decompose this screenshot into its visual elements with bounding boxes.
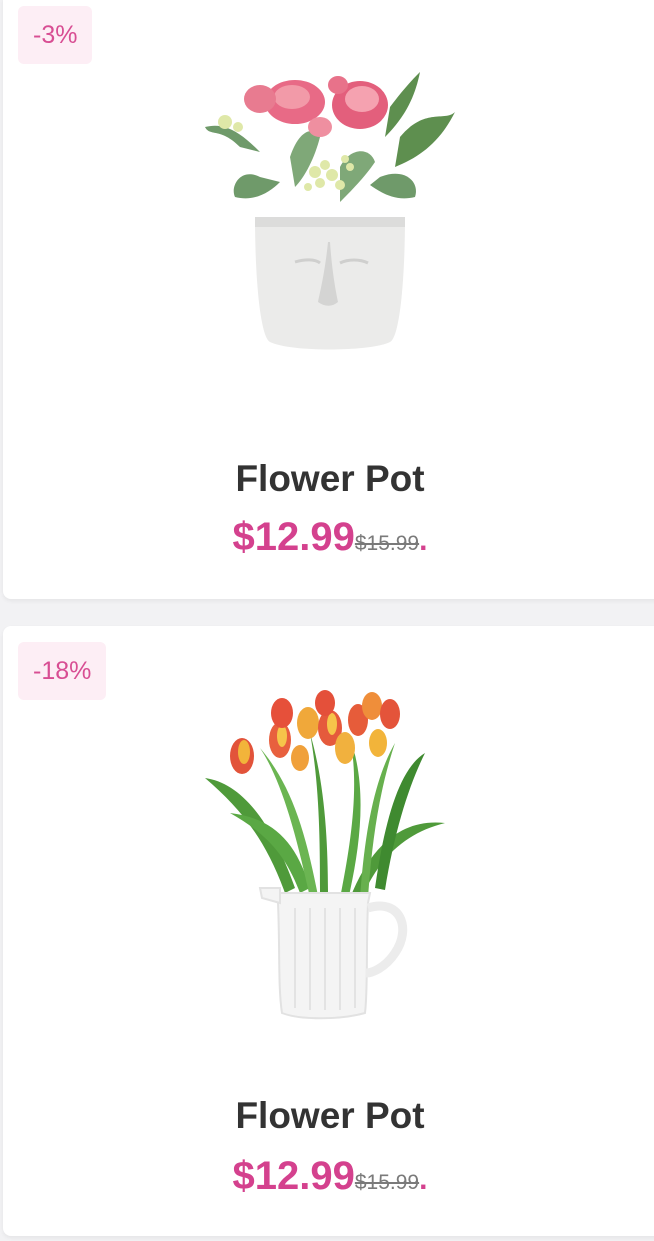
price-suffix: . <box>419 524 428 557</box>
price-row: $12.99$15.99. <box>3 515 654 560</box>
product-image[interactable] <box>3 688 654 1038</box>
product-title[interactable]: Flower Pot <box>3 458 654 500</box>
product-card[interactable]: -18% Flower Pot $12.99$15.99. <box>3 626 654 1236</box>
tulip-vase-image <box>205 690 445 1020</box>
product-title[interactable]: Flower Pot <box>3 1095 654 1137</box>
product-card[interactable]: -3% Flower Pot $12.99$15.99. <box>3 0 654 599</box>
peony-pot-image <box>205 72 455 350</box>
original-price: $15.99 <box>354 532 420 555</box>
price-suffix: . <box>419 1163 428 1196</box>
sale-price: $12.99 <box>232 515 355 559</box>
sale-price: $12.99 <box>232 1154 355 1198</box>
product-image[interactable] <box>3 67 654 367</box>
discount-badge: -3% <box>18 6 93 64</box>
product-list: -3% Flower Pot $12.99$15.99. -18% Flower… <box>0 0 654 1241</box>
price-row: $12.99$15.99. <box>3 1154 654 1199</box>
original-price: $15.99 <box>354 1171 420 1194</box>
